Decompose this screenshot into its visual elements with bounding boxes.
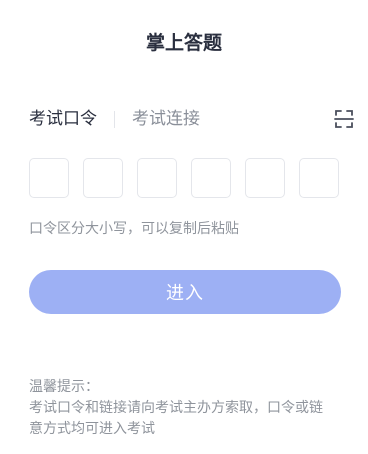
- case-sensitive-hint: 口令区分大小写，可以复制后粘贴: [29, 221, 239, 237]
- tips-section: 温馨提示： 考试口令和链接请向考试主办方索取，口令或链 意方式均可进入考试: [29, 377, 342, 440]
- page-title: 掌上答题: [145, 32, 222, 54]
- tips-line-1: 考试口令和链接请向考试主办方索取，口令或链: [29, 400, 323, 416]
- tips-line-2: 意方式均可进入考试: [29, 421, 155, 437]
- code-input-5[interactable]: [245, 158, 285, 198]
- enter-button[interactable]: 进入: [29, 270, 341, 314]
- password-code-inputs: [29, 158, 339, 198]
- tab-exam-password[interactable]: 考试口令: [29, 106, 97, 132]
- code-input-6[interactable]: [299, 158, 339, 198]
- entry-mode-tabs: 考试口令 考试连接: [29, 106, 356, 132]
- code-input-1[interactable]: [29, 158, 69, 198]
- scan-icon[interactable]: [332, 107, 356, 131]
- code-input-4[interactable]: [191, 158, 231, 198]
- tab-divider: [114, 110, 115, 128]
- exam-entry-page: 掌上答题 考试口令 考试连接 口令区分大小写，可以复制后粘贴 进入 温馨提示： …: [0, 0, 368, 454]
- tips-title: 温馨提示：: [29, 379, 99, 395]
- code-input-2[interactable]: [83, 158, 123, 198]
- tab-exam-link[interactable]: 考试连接: [132, 106, 200, 132]
- code-input-3[interactable]: [137, 158, 177, 198]
